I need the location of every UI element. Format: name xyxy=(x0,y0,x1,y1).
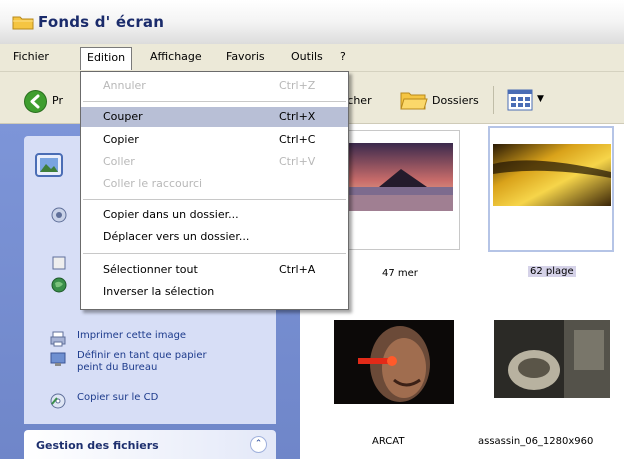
slideshow-icon[interactable] xyxy=(50,206,68,224)
file-name-selected: 62 plage xyxy=(528,266,576,277)
menu-edition[interactable]: Edition xyxy=(80,47,133,70)
assassin-image xyxy=(494,320,610,398)
file-name: 62 plage xyxy=(528,266,576,277)
menu-item-label: Coller xyxy=(103,155,135,168)
menu-item-shortcut: Ctrl+C xyxy=(279,133,316,146)
print-picture-link[interactable]: Imprimer cette image xyxy=(50,330,267,347)
menu-item-move-to-folder[interactable]: Déplacer vers un dossier... xyxy=(81,227,348,247)
set-wallpaper-label: Définir en tant que papier peint du Bure… xyxy=(77,350,207,373)
file-tasks-header[interactable]: Gestion des fichiers ⌃ xyxy=(24,430,276,459)
arcat-face-image xyxy=(334,320,454,404)
copy-to-cd-label: Copier sur le CD xyxy=(77,392,159,403)
menu-item-label: Coller le raccourci xyxy=(103,177,203,190)
set-wallpaper-link[interactable]: Définir en tant que papier peint du Bure… xyxy=(50,350,227,374)
menu-item-copy-to-folder[interactable]: Copier dans un dossier... xyxy=(81,205,348,225)
menu-item-label: Couper xyxy=(103,110,143,123)
print-picture-label: Imprimer cette image xyxy=(77,330,187,341)
views-dropdown-arrow-icon[interactable]: ▼ xyxy=(537,94,544,104)
back-label[interactable]: Pr xyxy=(52,94,63,107)
menu-item-shortcut: Ctrl+A xyxy=(279,263,316,276)
order-prints-icon[interactable] xyxy=(50,254,68,272)
collapse-chevron-icon[interactable]: ⌃ xyxy=(250,436,267,453)
thumbnail-frame xyxy=(340,130,460,250)
menu-item-label: Annuler xyxy=(103,79,146,92)
menu-bar: Fichier Edition Affichage Favoris Outils… xyxy=(0,44,624,72)
menu-affichage[interactable]: Affichage xyxy=(150,50,202,63)
thumbnail-frame xyxy=(486,312,614,422)
menu-item-label: Copier dans un dossier... xyxy=(103,208,239,221)
views-icon[interactable] xyxy=(507,88,533,112)
folders-icon[interactable] xyxy=(398,86,428,112)
menu-item-shortcut: Ctrl+X xyxy=(279,110,316,123)
file-name: assassin_06_1280x960 xyxy=(478,436,594,447)
folder-icon xyxy=(12,16,34,30)
menu-item-paste[interactable]: Coller Ctrl+V xyxy=(81,152,348,172)
back-arrow-icon[interactable] xyxy=(24,90,47,113)
menu-item-label: Copier xyxy=(103,133,139,146)
menu-fichier[interactable]: Fichier xyxy=(13,50,49,63)
sea-sunset-image xyxy=(349,143,453,211)
menu-separator xyxy=(83,199,346,200)
thumbnail-frame xyxy=(488,126,614,252)
folders-label[interactable]: Dossiers xyxy=(432,94,479,107)
menu-favoris[interactable]: Favoris xyxy=(226,50,265,63)
picture-tasks-icon xyxy=(35,153,63,177)
copy-to-cd-link[interactable]: Copier sur le CD xyxy=(50,392,267,409)
window-title: Fonds d' écran xyxy=(38,13,165,31)
wallpaper-icon xyxy=(50,352,66,366)
menu-item-select-all[interactable]: Sélectionner tout Ctrl+A xyxy=(81,260,348,280)
menu-item-shortcut: Ctrl+V xyxy=(279,155,316,168)
cd-icon xyxy=(50,393,66,409)
menu-outils[interactable]: Outils xyxy=(291,50,323,63)
menu-item-label: Inverser la sélection xyxy=(103,285,215,298)
printer-icon xyxy=(50,331,66,347)
globe-icon[interactable] xyxy=(50,276,68,294)
file-name: 47 mer xyxy=(382,268,418,279)
edit-menu: Annuler Ctrl+Z Couper Ctrl+X Copier Ctrl… xyxy=(80,71,349,310)
menu-help[interactable]: ? xyxy=(340,50,346,63)
thumbnail-frame xyxy=(334,312,454,422)
menu-item-copy[interactable]: Copier Ctrl+C xyxy=(81,130,348,150)
menu-separator xyxy=(83,101,346,102)
file-tasks-title: Gestion des fichiers xyxy=(36,439,159,452)
menu-item-undo[interactable]: Annuler Ctrl+Z xyxy=(81,76,348,96)
menu-item-invert-selection[interactable]: Inverser la sélection xyxy=(81,282,348,302)
file-name: ARCAT xyxy=(372,436,405,447)
menu-separator xyxy=(83,253,346,254)
beach-golden-image xyxy=(493,144,611,206)
title-bar: Fonds d' écran xyxy=(0,0,624,44)
menu-item-label: Déplacer vers un dossier... xyxy=(103,230,250,243)
menu-item-paste-shortcut[interactable]: Coller le raccourci xyxy=(81,174,348,194)
menu-item-cut[interactable]: Couper Ctrl+X xyxy=(81,107,348,127)
menu-item-label: Sélectionner tout xyxy=(103,263,198,276)
toolbar-separator xyxy=(493,86,494,114)
menu-item-shortcut: Ctrl+Z xyxy=(279,79,316,92)
